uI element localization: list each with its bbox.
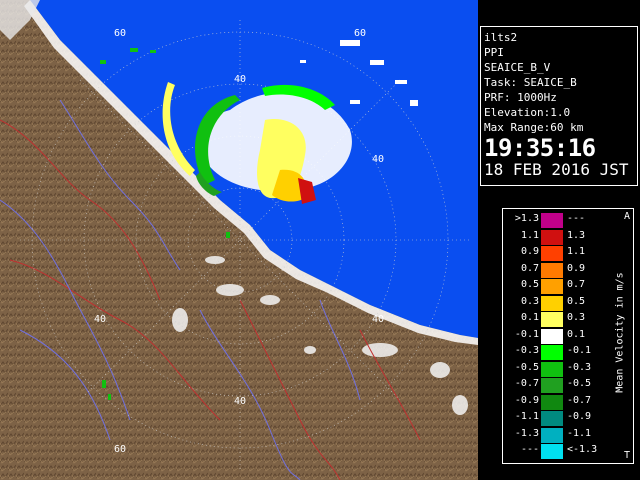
legend-row-lower: 0.7	[520, 262, 539, 274]
legend-row: 0.1 0.3	[503, 312, 601, 327]
legend-row: -0.3 -0.1	[503, 345, 601, 360]
legend-row: 0.7 0.9	[503, 262, 601, 278]
legend-color-swatch	[541, 328, 563, 344]
station-name: ilts2	[484, 31, 518, 44]
legend-row-lower: -0.5	[514, 361, 539, 373]
legend-row: -0.9 -0.7	[503, 394, 601, 410]
legend-row-upper: -0.3	[567, 361, 592, 373]
legend-row-upper: -0.1	[567, 345, 592, 356]
legend-color-swatch	[541, 262, 563, 278]
ring-label: 60	[354, 28, 366, 39]
ring-label: 60	[114, 28, 126, 39]
ring-label: 40	[372, 154, 384, 165]
legend-row-lower: -1.3	[514, 427, 539, 439]
legend-row: -0.7 -0.5	[503, 378, 601, 393]
product-name: SEAICE_B_V	[484, 61, 551, 74]
legend-row-upper: ---	[567, 213, 586, 224]
legend-row-lower: 1.1	[520, 229, 539, 241]
scan-time: 19:35:16	[484, 134, 596, 162]
legend-row-lower: 0.3	[520, 295, 539, 307]
legend-row-upper: 1.1	[567, 246, 586, 257]
legend-color-swatch	[541, 394, 563, 410]
legend-row: 1.1 1.3	[503, 229, 601, 245]
legend-row-upper: -1.1	[567, 427, 592, 439]
legend-row-upper: 0.9	[567, 262, 586, 274]
legend-row-upper: -0.7	[567, 394, 592, 406]
task-name: Task: SEAICE_B	[484, 76, 577, 89]
legend-color-swatch	[541, 246, 563, 261]
legend-row-lower: 0.9	[520, 246, 539, 257]
legend-row: 0.9 1.1	[503, 246, 601, 261]
legend-color-swatch	[541, 279, 563, 294]
elevation-value: Elevation:1.0	[484, 106, 571, 119]
legend-row-lower: 0.5	[520, 279, 539, 290]
legend-row-upper: 0.1	[567, 328, 586, 340]
scan-date: 18 FEB 2016 JST	[484, 160, 629, 179]
legend-row: 0.3 0.5	[503, 295, 601, 311]
legend-row: 0.5 0.7	[503, 279, 601, 294]
legend-corner-bottom: T	[623, 450, 630, 461]
legend-color-swatch	[541, 411, 563, 426]
legend-color-swatch	[541, 213, 563, 228]
legend-row-lower: >1.3	[514, 213, 539, 224]
scan-mode: PPI	[484, 46, 504, 59]
legend-row-lower: -1.1	[514, 411, 539, 422]
legend-row: -0.1 0.1	[503, 328, 601, 344]
legend-color-swatch	[541, 361, 563, 377]
legend-color-swatch	[541, 427, 563, 443]
legend-row: >1.3 ---	[503, 213, 601, 228]
legend-row-upper: 0.3	[567, 312, 586, 323]
radar-ppi-display: 60 60 40 40 40 40 40 60	[0, 0, 478, 480]
legend-title-box: Mean Velocity in m/s	[601, 249, 631, 419]
radar-info-panel: ilts2 PPI SEAICE_B_V Task: SEAICE_B PRF:…	[480, 26, 638, 186]
max-range-value: Max Range:60 km	[484, 121, 584, 134]
legend-row-upper: -0.5	[567, 378, 592, 389]
legend-row-lower: -0.7	[514, 378, 539, 389]
legend-row-upper: 0.7	[567, 279, 586, 290]
ring-label: 40	[94, 314, 106, 325]
legend-color-swatch	[541, 229, 563, 245]
legend-color-swatch	[541, 345, 563, 360]
legend-row-lower: ---	[520, 444, 539, 455]
legend-row: --- <-1.3	[503, 444, 601, 459]
legend-row-upper: -0.9	[567, 411, 592, 422]
velocity-legend: >1.3 --- 1.1 1.3 0.9 1.1 0.7 0.9 0.5 0.7 0.3 0.5 0.1…	[502, 208, 634, 464]
legend-color-swatch	[541, 444, 563, 459]
prf-value: PRF: 1000Hz	[484, 91, 557, 104]
legend-color-swatch	[541, 312, 563, 327]
legend-row: -0.5 -0.3	[503, 361, 601, 377]
legend-row-upper: <-1.3	[567, 444, 598, 455]
legend-row: -1.3 -1.1	[503, 427, 601, 443]
legend-row-upper: 0.5	[567, 295, 586, 307]
legend-color-swatch	[541, 378, 563, 393]
legend-corner-top: A	[623, 211, 630, 222]
ring-label: 60	[114, 444, 126, 455]
legend-row: -1.1 -0.9	[503, 411, 601, 426]
legend-row-lower: -0.9	[514, 394, 539, 406]
ring-label: 40	[234, 396, 246, 407]
ring-label: 40	[372, 314, 384, 325]
ring-label: 40	[234, 74, 246, 85]
legend-row-lower: -0.3	[514, 345, 539, 356]
legend-title: Mean Velocity in m/s	[614, 272, 626, 393]
legend-row-lower: 0.1	[520, 312, 539, 323]
legend-row-upper: 1.3	[567, 229, 586, 241]
legend-color-swatch	[541, 295, 563, 311]
legend-row-lower: -0.1	[514, 328, 539, 340]
